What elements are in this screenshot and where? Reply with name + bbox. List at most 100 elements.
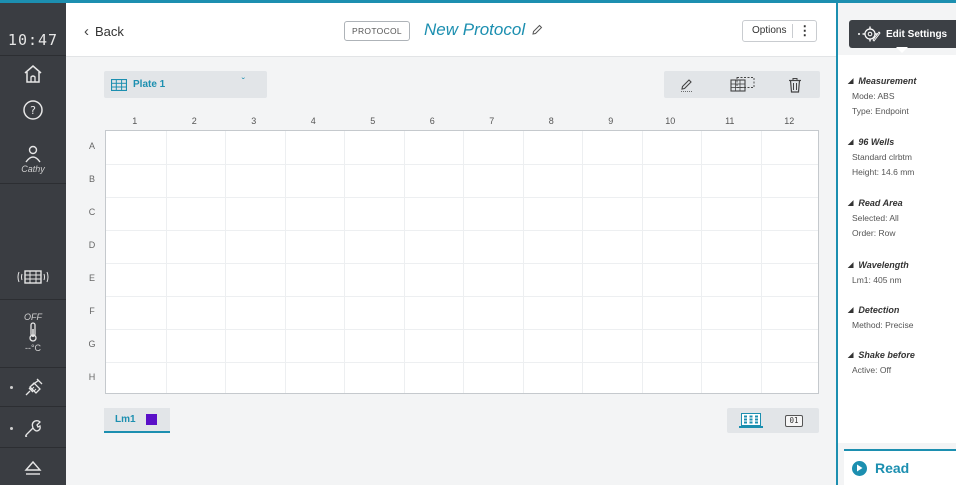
column-header[interactable]: 5 bbox=[343, 116, 403, 126]
row-header[interactable]: A bbox=[86, 141, 98, 151]
rail-divider bbox=[0, 447, 66, 448]
edit-wells-button[interactable] bbox=[676, 75, 698, 95]
grid-line bbox=[701, 131, 702, 393]
measurement-section[interactable]: ◢ Measurement Mode: ABS Type: Endpoint bbox=[848, 76, 956, 116]
protocol-title[interactable]: New Protocol bbox=[424, 20, 543, 40]
shake-section[interactable]: ◢ Shake before Active: Off bbox=[848, 350, 956, 375]
well-selection-icon bbox=[730, 77, 755, 92]
protocol-tag: PROTOCOL bbox=[344, 21, 410, 41]
user-name: Cathy bbox=[21, 163, 45, 174]
measurement-type: Type: Endpoint bbox=[852, 106, 909, 116]
settings-summary: ◢ Measurement Mode: ABS Type: Endpoint ◢ 9… bbox=[838, 55, 956, 443]
column-header[interactable]: 4 bbox=[284, 116, 344, 126]
column-header[interactable]: 2 bbox=[165, 116, 225, 126]
read-label: Read bbox=[875, 460, 910, 476]
wells-plate-type: Standard clrbtm bbox=[852, 152, 912, 162]
plate-selector[interactable]: Plate 1 ˇ bbox=[104, 71, 267, 98]
plate-grid[interactable] bbox=[105, 130, 819, 394]
grid-line bbox=[106, 362, 818, 363]
left-rail: 10:47 ? Cathy OFF --°C bbox=[0, 3, 66, 485]
plate-eject-status-button[interactable] bbox=[0, 263, 66, 291]
help-button[interactable]: ? bbox=[0, 95, 66, 125]
triangle-down-icon: ◢ bbox=[848, 262, 854, 269]
plate-view-button[interactable] bbox=[739, 413, 763, 428]
back-button[interactable]: ‹ Back bbox=[84, 23, 124, 40]
home-icon bbox=[24, 65, 42, 83]
grid-line bbox=[760, 131, 762, 393]
row-header[interactable]: E bbox=[86, 273, 98, 283]
column-header[interactable]: 3 bbox=[224, 116, 284, 126]
pencil-icon bbox=[681, 79, 693, 92]
wrench-icon bbox=[25, 420, 41, 437]
triangle-down-icon: ◢ bbox=[848, 352, 854, 359]
wavelength-section[interactable]: ◢ Wavelength Lm1: 405 nm bbox=[848, 260, 956, 285]
wavelength-tab-lm1[interactable]: Lm1 bbox=[104, 408, 170, 433]
select-wells-button[interactable] bbox=[728, 75, 758, 95]
eject-button[interactable] bbox=[0, 455, 66, 481]
triangle-down-icon: ◢ bbox=[848, 200, 854, 207]
measurement-mode: Mode: ABS bbox=[852, 91, 895, 101]
grid-line bbox=[582, 131, 583, 393]
row-header[interactable]: F bbox=[86, 306, 98, 316]
row-header[interactable]: C bbox=[86, 207, 98, 217]
row-header[interactable]: D bbox=[86, 240, 98, 250]
header-bar: ‹ Back PROTOCOL New Protocol Options ⋮ bbox=[66, 3, 836, 57]
triangle-down-icon: ◢ bbox=[848, 78, 854, 85]
view-toggle: 01 bbox=[727, 408, 819, 433]
wavelength-color-swatch bbox=[145, 414, 157, 425]
numeric-view-button[interactable]: 01 bbox=[781, 413, 807, 428]
numeric-view-label: 01 bbox=[785, 414, 803, 427]
pencil-icon bbox=[532, 24, 543, 35]
triangle-down-icon: ◢ bbox=[848, 307, 854, 314]
maintenance-button[interactable] bbox=[0, 413, 66, 443]
read-area-selected: Selected: All bbox=[852, 213, 899, 223]
edit-settings-label: Edit Settings bbox=[886, 28, 948, 40]
grid-line bbox=[106, 296, 818, 297]
read-area-title: Read Area bbox=[858, 198, 903, 208]
home-button[interactable] bbox=[0, 59, 66, 89]
trash-icon bbox=[789, 78, 801, 93]
svg-text:?: ? bbox=[30, 104, 36, 117]
options-menu-button[interactable]: Options ⋮ bbox=[742, 20, 817, 42]
eject-icon bbox=[24, 460, 42, 475]
column-header[interactable]: 1 bbox=[105, 116, 165, 126]
row-header[interactable]: G bbox=[86, 339, 98, 349]
delete-button[interactable] bbox=[784, 75, 806, 95]
grid-line bbox=[225, 131, 226, 393]
wavelength-lm1: Lm1: 405 nm bbox=[852, 275, 902, 285]
detection-section[interactable]: ◢ Detection Method: Precise bbox=[848, 305, 956, 330]
play-icon bbox=[852, 460, 867, 476]
column-header[interactable]: 12 bbox=[760, 116, 820, 126]
read-button[interactable]: Read bbox=[844, 449, 956, 485]
shake-active: Active: Off bbox=[852, 365, 892, 375]
back-label: Back bbox=[95, 24, 124, 39]
user-icon bbox=[25, 145, 41, 162]
user-button[interactable]: Cathy bbox=[0, 139, 66, 179]
detection-title: Detection bbox=[858, 305, 900, 315]
wells-section[interactable]: ◢ 96 Wells Standard clrbtm Height: 14.6 m… bbox=[848, 137, 956, 177]
dispenser-button[interactable] bbox=[0, 373, 66, 403]
triangle-down-icon: ◢ bbox=[848, 139, 854, 146]
thermometer-icon bbox=[29, 322, 37, 342]
row-header[interactable]: B bbox=[86, 174, 98, 184]
column-header[interactable]: 9 bbox=[581, 116, 641, 126]
column-header[interactable]: 8 bbox=[522, 116, 582, 126]
shake-title: Shake before bbox=[858, 350, 915, 360]
temperature-state: OFF bbox=[24, 312, 42, 322]
edit-settings-button[interactable]: Edit Settings bbox=[849, 20, 956, 48]
chevron-down-icon: ˇ bbox=[241, 77, 245, 88]
panel-pointer bbox=[896, 47, 908, 53]
help-icon: ? bbox=[23, 100, 43, 120]
wavelength-title: Wavelength bbox=[858, 260, 909, 270]
column-header[interactable]: 10 bbox=[641, 116, 701, 126]
column-header[interactable]: 11 bbox=[700, 116, 760, 126]
grid-line bbox=[284, 131, 286, 393]
read-area-section[interactable]: ◢ Read Area Selected: All Order: Row bbox=[848, 198, 956, 238]
row-header[interactable]: H bbox=[86, 372, 98, 382]
plate-icon bbox=[111, 78, 127, 91]
grid-line bbox=[106, 230, 818, 231]
column-header[interactable]: 6 bbox=[403, 116, 463, 126]
column-header[interactable]: 7 bbox=[462, 116, 522, 126]
plate-selector-label: Plate 1 bbox=[133, 79, 166, 90]
temperature-button[interactable]: OFF --°C bbox=[0, 306, 66, 358]
